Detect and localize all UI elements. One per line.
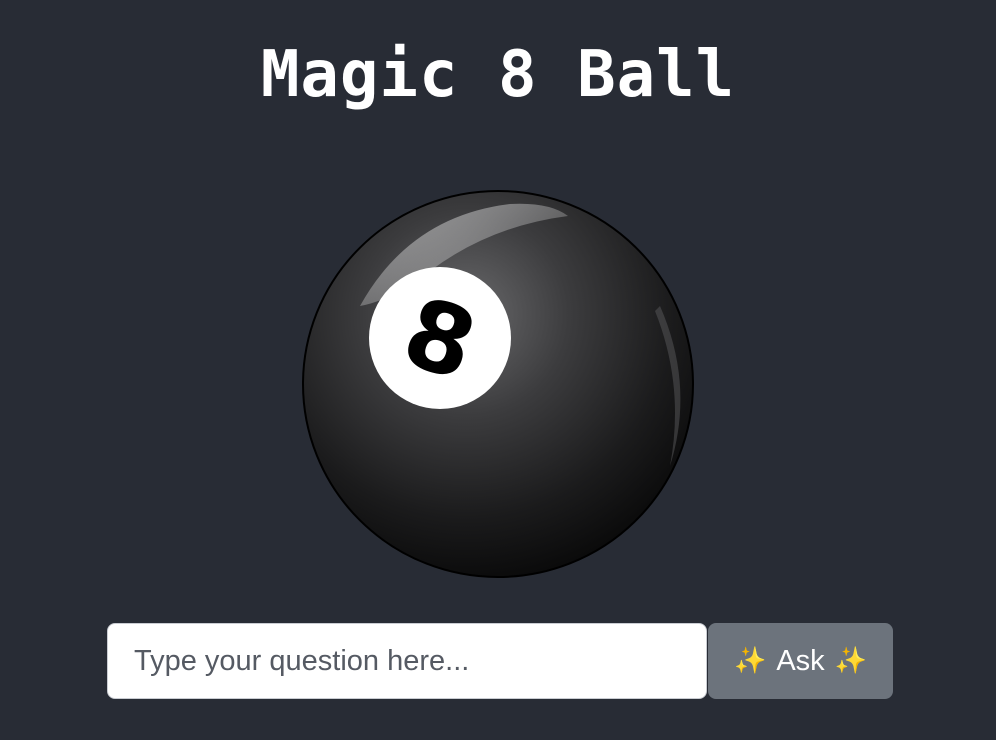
ask-button-label: Ask [776,644,825,677]
sparkles-icon: ✨ [834,646,868,676]
eight-ball-icon: 8 [300,186,700,582]
question-input[interactable] [107,623,707,699]
ask-form: ✨ Ask ✨ [107,623,893,699]
app-container: Magic 8 Ball 8 Type your question here..… [0,0,996,740]
ask-button[interactable]: ✨ Ask ✨ [708,623,893,699]
page-title: Magic 8 Ball [260,38,736,112]
sparkles-icon: ✨ [733,646,767,676]
